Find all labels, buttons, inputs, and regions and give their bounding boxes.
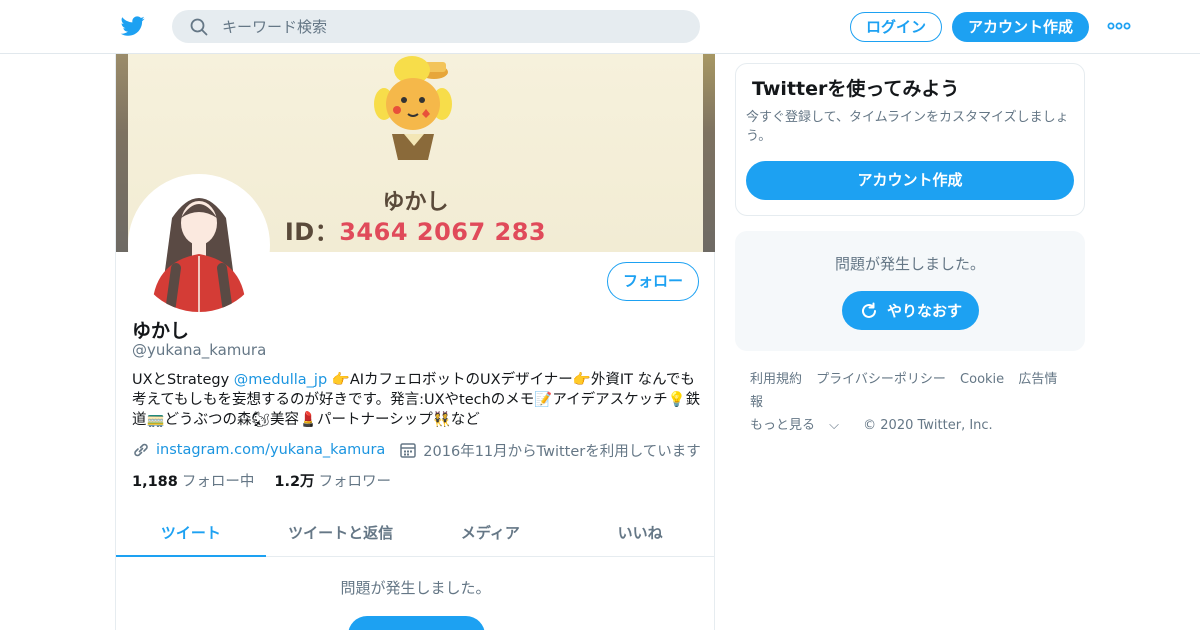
link-icon	[134, 443, 148, 457]
following-count: 1,188	[132, 474, 178, 490]
profile-stats: 1,188 フォロー中 1.2万 フォロワー	[132, 470, 411, 491]
profile-handle[interactable]: @yukana_kamura	[132, 341, 266, 359]
profile-avatar[interactable]	[128, 174, 270, 316]
footer-link-privacy[interactable]: プライバシーポリシー	[816, 372, 946, 387]
search-icon	[190, 18, 208, 36]
tab-tweets[interactable]: ツイート	[116, 510, 266, 557]
follow-button[interactable]: フォロー	[607, 262, 699, 301]
calendar-icon	[400, 443, 417, 458]
footer-copyright: © 2020 Twitter, Inc.	[863, 418, 993, 433]
profile-name: ゆかし	[132, 320, 190, 342]
tab-likes[interactable]: いいね	[565, 510, 715, 556]
profile-meta: instagram.com/yukana_kamura 2016年11月からTw…	[132, 440, 701, 460]
twitter-bird-icon[interactable]	[120, 14, 146, 38]
banner-id-prefix: ID：	[284, 218, 340, 246]
followers-count: 1.2万	[274, 474, 315, 490]
refresh-icon	[862, 302, 876, 318]
profile-column: ゆかし ID：3464 2067 283 フォロー ゆかし @yukana_ka…	[115, 54, 715, 630]
signup-card-title: Twitterを使ってみよう	[752, 78, 960, 100]
profile-tabs: ツイート ツイートと返信 メディア いいね	[116, 510, 715, 557]
retry-button-label: やりなおす	[886, 302, 962, 320]
signup-card-description: 今すぐ登録して、タイムラインをカスタマイズしましょう。	[746, 110, 1069, 144]
followers-label: フォロワー	[318, 474, 392, 490]
following-label: フォロー中	[181, 474, 255, 490]
login-button[interactable]: ログイン	[850, 12, 942, 42]
footer-link-terms[interactable]: 利用規約	[750, 372, 802, 387]
more-dots-icon[interactable]	[1107, 21, 1131, 31]
footer-bottom-row: もっと見る ⌵ © 2020 Twitter, Inc.	[750, 414, 1080, 437]
retry-button[interactable]: やりなおす	[842, 291, 979, 330]
following-stat[interactable]: 1,188 フォロー中	[132, 470, 254, 491]
top-navigation-bar: ログイン アカウント作成	[0, 0, 1200, 54]
timeline-retry-button[interactable]	[348, 616, 485, 630]
signup-card: Twitterを使ってみよう 今すぐ登録して、タイムラインをカスタマイズしましょ…	[735, 63, 1085, 216]
footer-more-link[interactable]: もっと見る ⌵	[750, 418, 849, 433]
bio-text-1: UXとStrategy	[132, 372, 234, 388]
footer-link-cookie[interactable]: Cookie	[960, 372, 1004, 387]
timeline-error-message: 問題が発生しました。	[340, 579, 491, 597]
banner-id-number: 3464 2067 283	[339, 218, 547, 246]
error-card-message: 問題が発生しました。	[834, 255, 985, 273]
search-box[interactable]	[172, 10, 700, 43]
footer-more-label: もっと見る	[750, 418, 816, 433]
tab-tweets-and-replies[interactable]: ツイートと返信	[266, 510, 416, 556]
joined-date: 2016年11月からTwitterを利用しています	[423, 443, 701, 460]
signup-button[interactable]: アカウント作成	[952, 12, 1089, 42]
signup-card-button[interactable]: アカウント作成	[746, 161, 1074, 200]
tab-media[interactable]: メディア	[416, 510, 566, 556]
followers-stat[interactable]: 1.2万 フォロワー	[274, 470, 391, 491]
avatar-illustration	[132, 178, 266, 312]
villager-character-illustration	[374, 56, 452, 160]
website-link[interactable]: instagram.com/yukana_kamura	[156, 442, 385, 458]
error-card: 問題が発生しました。 やりなおす	[735, 231, 1085, 351]
sidebar-footer: 利用規約 プライバシーポリシー Cookie 広告情報 もっと見る ⌵ © 20…	[750, 368, 1080, 437]
search-input[interactable]	[222, 10, 682, 43]
profile-bio: UXとStrategy @medulla_jp 👉AIカフェロボットのUXデザイ…	[132, 370, 702, 430]
chevron-down-icon: ⌵	[829, 418, 840, 433]
bio-mention-link[interactable]: @medulla_jp	[234, 372, 327, 388]
footer-links-row: 利用規約 プライバシーポリシー Cookie 広告情報	[750, 368, 1080, 414]
